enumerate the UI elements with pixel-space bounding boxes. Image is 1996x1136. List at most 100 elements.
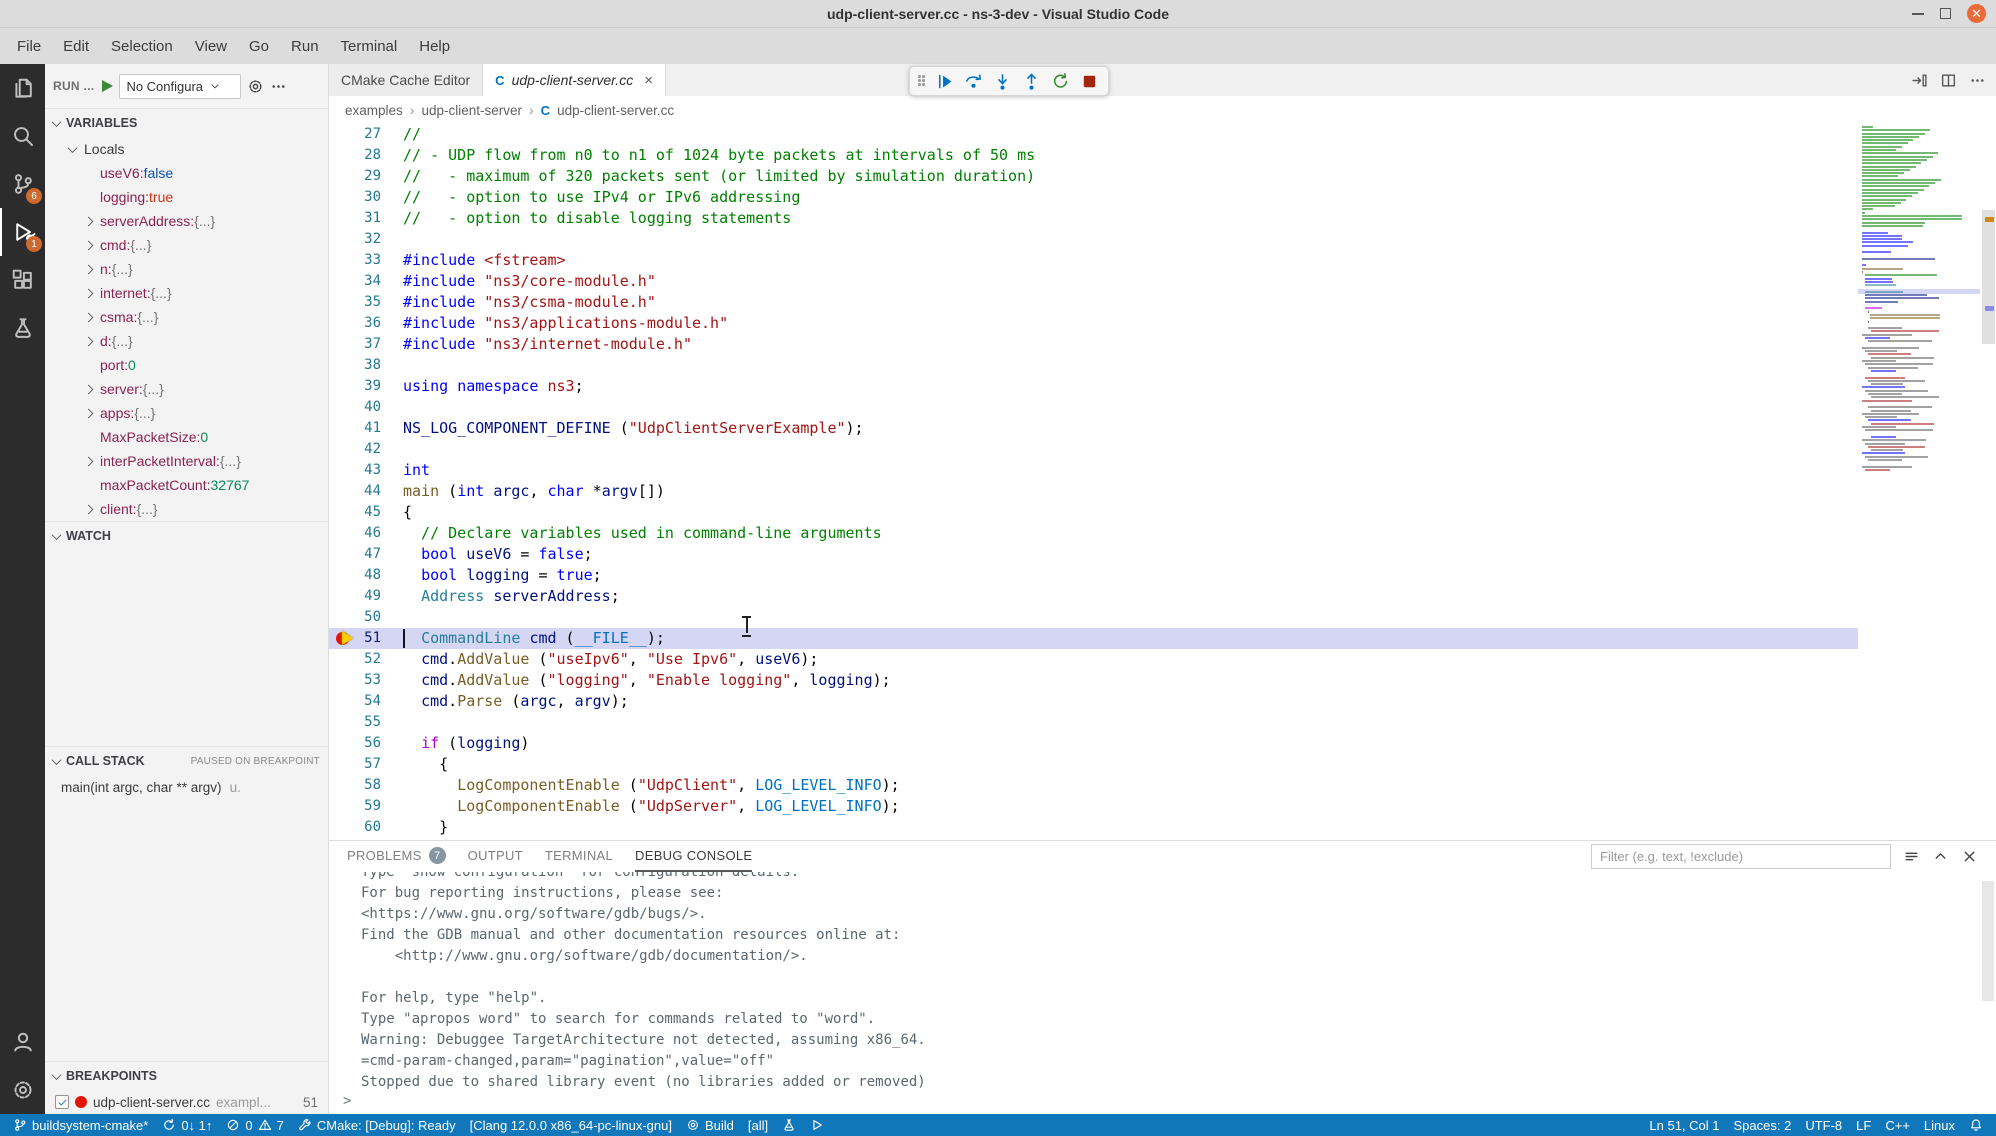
code-line[interactable]: 45{ bbox=[329, 502, 1858, 523]
continue-button[interactable] bbox=[931, 69, 958, 94]
code-line[interactable]: 52 cmd.AddValue ("useIpv6", "Use Ipv6", … bbox=[329, 649, 1858, 670]
gutter[interactable]: 53 bbox=[329, 670, 403, 691]
stack-frame-item[interactable]: main(int argc, char ** argv) u. bbox=[45, 775, 328, 799]
variable-row[interactable]: server: {...} bbox=[45, 377, 328, 401]
gutter[interactable]: 48 bbox=[329, 565, 403, 586]
gutter[interactable]: 35 bbox=[329, 292, 403, 313]
close-panel-icon[interactable] bbox=[1961, 848, 1978, 865]
start-debug-icon[interactable] bbox=[102, 80, 113, 92]
panel-tab-terminal[interactable]: TERMINAL bbox=[545, 841, 613, 872]
status-eol[interactable]: LF bbox=[1849, 1114, 1878, 1136]
tab-cmake-cache-editor[interactable]: CMake Cache Editor bbox=[329, 64, 483, 96]
code-line[interactable]: 59 LogComponentEnable ("UdpServer", LOG_… bbox=[329, 796, 1858, 817]
variable-row[interactable]: port: 0 bbox=[45, 353, 328, 377]
gutter[interactable]: 33 bbox=[329, 250, 403, 271]
gutter[interactable]: 36 bbox=[329, 313, 403, 334]
code-line[interactable]: 53 cmd.AddValue ("logging", "Enable logg… bbox=[329, 670, 1858, 691]
code-line[interactable]: 44main (int argc, char *argv[]) bbox=[329, 481, 1858, 502]
console-filter-input[interactable] bbox=[1591, 844, 1891, 869]
status-language-mode[interactable]: C++ bbox=[1878, 1114, 1917, 1136]
console-prompt[interactable]: > bbox=[343, 1091, 351, 1112]
panel-tab-debug-console[interactable]: DEBUG CONSOLE bbox=[635, 841, 752, 872]
status-cmake-target[interactable]: [all] bbox=[741, 1114, 775, 1136]
step-into-button[interactable] bbox=[989, 69, 1016, 94]
code-line[interactable]: 38 bbox=[329, 355, 1858, 376]
accounts-icon[interactable] bbox=[0, 1018, 45, 1066]
code-editor[interactable]: 27//28// - UDP flow from n0 to n1 of 102… bbox=[329, 124, 1996, 840]
editor-scrollbar[interactable] bbox=[1982, 210, 1995, 344]
code-line[interactable]: 55 bbox=[329, 712, 1858, 733]
code-line[interactable]: 39using namespace ns3; bbox=[329, 376, 1858, 397]
gutter[interactable]: 56 bbox=[329, 733, 403, 754]
close-icon[interactable]: ✕ bbox=[1967, 4, 1986, 23]
gutter[interactable]: 31 bbox=[329, 208, 403, 229]
breadcrumb-item[interactable]: udp-client-server.cc bbox=[557, 103, 674, 118]
extensions-icon[interactable] bbox=[0, 256, 45, 304]
gutter[interactable]: 32 bbox=[329, 229, 403, 250]
run-debug-icon[interactable]: 1 bbox=[0, 208, 45, 256]
gutter[interactable]: 51 bbox=[329, 628, 403, 649]
variable-row[interactable]: useV6: false bbox=[45, 161, 328, 185]
variable-row[interactable]: n: {...} bbox=[45, 257, 328, 281]
panel-tab-problems[interactable]: PROBLEMS7 bbox=[347, 841, 446, 872]
gutter[interactable]: 38 bbox=[329, 355, 403, 376]
code-line[interactable]: 30// - option to use IPv4 or IPv6 addres… bbox=[329, 187, 1858, 208]
code-line[interactable]: 58 LogComponentEnable ("UdpClient", LOG_… bbox=[329, 775, 1858, 796]
split-editor-icon[interactable] bbox=[1940, 72, 1957, 89]
code-line[interactable]: 48 bool logging = true; bbox=[329, 565, 1858, 586]
stop-button[interactable] bbox=[1076, 69, 1103, 94]
code-line[interactable]: 51 CommandLine cmd (__FILE__); bbox=[329, 628, 1858, 649]
maximize-panel-icon[interactable] bbox=[1932, 848, 1949, 865]
step-over-button[interactable] bbox=[960, 69, 987, 94]
gutter[interactable]: 49 bbox=[329, 586, 403, 607]
gutter[interactable]: 37 bbox=[329, 334, 403, 355]
status-cmake-status[interactable]: CMake: [Debug]: Ready bbox=[291, 1114, 463, 1136]
gutter[interactable]: 55 bbox=[329, 712, 403, 733]
menu-view[interactable]: View bbox=[184, 33, 238, 60]
status-remote-os[interactable]: Linux bbox=[1917, 1114, 1962, 1136]
code-line[interactable]: 34#include "ns3/core-module.h" bbox=[329, 271, 1858, 292]
gutter[interactable]: 44 bbox=[329, 481, 403, 502]
code-line[interactable]: 36#include "ns3/applications-module.h" bbox=[329, 313, 1858, 334]
code-line[interactable]: 28// - UDP flow from n0 to n1 of 1024 by… bbox=[329, 145, 1858, 166]
panel-tab-output[interactable]: OUTPUT bbox=[468, 841, 523, 872]
code-line[interactable]: 31// - option to disable logging stateme… bbox=[329, 208, 1858, 229]
code-line[interactable]: 57 { bbox=[329, 754, 1858, 775]
code-line[interactable]: 35#include "ns3/csma-module.h" bbox=[329, 292, 1858, 313]
code-line[interactable]: 42 bbox=[329, 439, 1858, 460]
status-problems[interactable]: 07 bbox=[219, 1114, 290, 1136]
status-git-sync[interactable]: 0↓ 1↑ bbox=[155, 1114, 219, 1136]
code-line[interactable]: 56 if (logging) bbox=[329, 733, 1858, 754]
code-line[interactable]: 54 cmd.Parse (argc, argv); bbox=[329, 691, 1858, 712]
breadcrumb-item[interactable]: examples bbox=[345, 103, 403, 118]
gutter[interactable]: 47 bbox=[329, 544, 403, 565]
gutter[interactable]: 57 bbox=[329, 754, 403, 775]
variable-row[interactable]: MaxPacketSize: 0 bbox=[45, 425, 328, 449]
breakpoint-item[interactable]: udp-client-server.cc exampl... 51 bbox=[45, 1090, 328, 1114]
menu-go[interactable]: Go bbox=[238, 33, 280, 60]
variables-section-header[interactable]: VARIABLES bbox=[45, 109, 328, 137]
output-actions-icon[interactable] bbox=[1903, 848, 1920, 865]
code-line[interactable]: 43int bbox=[329, 460, 1858, 481]
menu-help[interactable]: Help bbox=[408, 33, 461, 60]
gutter[interactable]: 45 bbox=[329, 502, 403, 523]
gutter[interactable]: 29 bbox=[329, 166, 403, 187]
gutter[interactable]: 27 bbox=[329, 124, 403, 145]
gutter[interactable]: 42 bbox=[329, 439, 403, 460]
status-cmake-build[interactable]: Build bbox=[679, 1114, 741, 1136]
code-line[interactable]: 37#include "ns3/internet-module.h" bbox=[329, 334, 1858, 355]
restart-button[interactable] bbox=[1047, 69, 1074, 94]
menu-terminal[interactable]: Terminal bbox=[330, 33, 409, 60]
watch-section-header[interactable]: WATCH bbox=[45, 522, 328, 550]
variable-row[interactable]: Locals bbox=[45, 137, 328, 161]
minimize-icon[interactable] bbox=[1912, 13, 1924, 15]
code-line[interactable]: 33#include <fstream> bbox=[329, 250, 1858, 271]
variable-row[interactable]: csma: {...} bbox=[45, 305, 328, 329]
gutter[interactable]: 50 bbox=[329, 607, 403, 628]
gutter[interactable]: 59 bbox=[329, 796, 403, 817]
code-line[interactable]: 50 bbox=[329, 607, 1858, 628]
variable-row[interactable]: maxPacketCount: 32767 bbox=[45, 473, 328, 497]
panel-scrollbar[interactable] bbox=[1982, 881, 1994, 1001]
gutter[interactable]: 28 bbox=[329, 145, 403, 166]
breakpoint-checkbox[interactable] bbox=[55, 1095, 69, 1109]
